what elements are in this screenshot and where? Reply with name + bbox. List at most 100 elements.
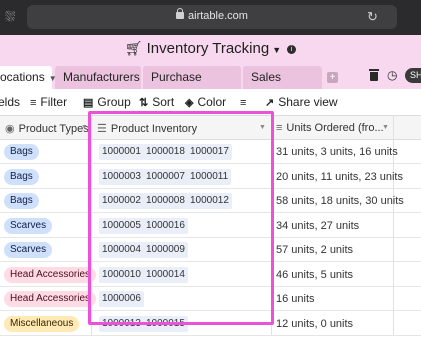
inventory-chip[interactable]: 1000008 [143, 193, 188, 209]
inventory-chip[interactable]: 1000012 [187, 193, 232, 209]
view-toolbar: elds ≡ Filter ▤ Group ⇅ Sort ◈ Color ≡ ↗ Shar… [0, 89, 421, 116]
units-ordered-cell: 57 units, 2 units [276, 244, 354, 256]
chevron-down-icon[interactable]: ▼ [259, 124, 266, 131]
tab-sales-orders[interactable]: Sales Orders [243, 66, 322, 107]
color-label: Color [197, 95, 227, 109]
product-type-badge: Bags [4, 144, 39, 160]
filter-label: Filter [40, 95, 68, 109]
product-type-badge: Head Accessories [4, 266, 97, 283]
units-ordered-cell: 16 units [276, 293, 315, 305]
column-label: Units Ordered (fro... [286, 122, 384, 134]
inventory-chip[interactable]: 1000018 [143, 144, 188, 160]
sort-button[interactable]: ⇅ Sort [139, 95, 174, 109]
color-button[interactable]: ◈ Color [185, 95, 226, 109]
address-bar[interactable]: airtable.com ↻ [27, 5, 397, 29]
sort-label: Sort [152, 95, 175, 109]
table-row[interactable]: Scarves 1000004 1000009 57 units, 2 units [0, 238, 421, 262]
color-icon: ◈ [185, 97, 194, 109]
add-table-icon[interactable]: + [327, 72, 338, 83]
grid-header-row: ◉ Product Types ▼ ☰ Product Inventory ▼ ≡ U… [0, 116, 421, 140]
reload-icon[interactable]: ↻ [367, 9, 378, 25]
column-label: Product Types [18, 123, 89, 135]
shield-icon[interactable]: ⛆ [5, 9, 17, 25]
table-tabs: ocations▼ Manufacturers Purchase Orders … [0, 63, 421, 107]
trash-icon[interactable] [369, 69, 379, 81]
column-header-product-inventory[interactable]: ☰ Product Inventory [97, 122, 197, 135]
units-ordered-cell: 46 units, 5 units [276, 268, 354, 281]
share-view-label: Share view [278, 95, 338, 109]
product-type-badge: Bags [4, 168, 39, 185]
units-ordered-cell: 34 units, 27 units [276, 219, 360, 232]
info-icon[interactable]: i [287, 45, 297, 54]
chevron-down-icon[interactable]: ▼ [81, 124, 88, 131]
product-type-badge: Head Accessories [4, 291, 97, 307]
base-header: 🛒︎ Inventory Tracking ▼ i [0, 35, 421, 63]
column-label: Product Inventory [110, 123, 198, 135]
cart-icon: 🛒︎ [124, 40, 143, 56]
row-height-icon: ≡ [240, 97, 247, 109]
table-row[interactable]: Bags 1000003 1000007 1000011 20 units, 11 un… [0, 165, 421, 189]
fields-button[interactable]: elds [0, 95, 20, 109]
chevron-down-icon[interactable]: ▼ [382, 124, 389, 131]
product-type-badge: Scarves [4, 242, 53, 258]
units-ordered-cell: 31 units, 3 units, 16 units [276, 146, 398, 158]
url-text: airtable.com [188, 10, 248, 22]
share-view-button[interactable]: ↗ Share view [265, 95, 338, 109]
table-row[interactable]: Bags 1000001 1000018 1000017 31 units, 3 uni… [0, 140, 421, 164]
base-title-area[interactable]: 🛒︎ Inventory Tracking ▼ i [0, 40, 421, 57]
table-row[interactable]: Scarves 1000005 1000016 34 units, 27 units [0, 214, 421, 238]
tab-label: Manufacturers [63, 70, 140, 84]
group-button[interactable]: ▤ Group [83, 95, 131, 109]
inventory-chip[interactable]: 1000011 [187, 168, 232, 185]
inventory-chip[interactable]: 1000010 [99, 266, 144, 283]
history-icon[interactable]: ◷ [387, 68, 397, 82]
inventory-chip[interactable]: 1000006 [99, 291, 144, 307]
base-title: Inventory Tracking [146, 40, 270, 57]
tab-label: ocations [0, 70, 45, 84]
units-ordered-cell: 20 units, 11 units, 23 units [276, 170, 403, 183]
link-icon: ☰ [97, 123, 107, 135]
fields-label: elds [0, 95, 21, 109]
inventory-chip[interactable]: 1000005 [99, 217, 144, 234]
table-row[interactable]: Head Accessories 1000010 1000014 46 units, … [0, 263, 421, 287]
single-select-icon: ◉ [5, 123, 15, 135]
column-header-product-types[interactable]: ◉ Product Types [5, 122, 89, 135]
lock-icon [176, 8, 185, 19]
inventory-chip[interactable]: 1000014 [143, 266, 188, 283]
inventory-chip[interactable]: 1000007 [143, 168, 188, 185]
group-label: Group [97, 95, 131, 109]
tab-locations[interactable]: ocations ▼ [0, 66, 57, 89]
product-type-badge: Miscellaneous [4, 315, 80, 332]
inventory-chip[interactable]: 1000015 [143, 315, 188, 332]
url-display: airtable.com [27, 8, 397, 22]
chevron-down-icon: ▼ [272, 45, 282, 55]
sort-icon: ⇅ [139, 97, 149, 109]
data-grid: ◉ Product Types ▼ ☰ Product Inventory ▼ ≡ U… [0, 116, 421, 341]
browser-toolbar: ⛆ airtable.com ↻ [0, 0, 421, 35]
table-row[interactable]: Bags 1000002 1000008 1000012 58 units, 18 un… [0, 189, 421, 213]
tab-manufacturers[interactable]: Manufacturers [55, 66, 141, 89]
table-row[interactable]: Head Accessories 1000006 16 units [0, 287, 421, 311]
group-icon: ▤ [83, 97, 94, 109]
filter-button[interactable]: ≡ Filter [30, 95, 67, 109]
inventory-chip[interactable]: 1000003 [99, 168, 144, 185]
row-height-button[interactable]: ≡ [240, 95, 250, 109]
share-view-icon: ↗ [265, 97, 275, 109]
inventory-chip[interactable]: 1000009 [143, 242, 188, 258]
inventory-chip[interactable]: 1000013 [99, 315, 144, 332]
product-type-badge: Bags [4, 193, 39, 209]
share-button[interactable]: SH [405, 68, 421, 83]
lookup-icon: ≡ [276, 122, 283, 134]
filter-icon: ≡ [30, 97, 37, 109]
table-row[interactable]: Miscellaneous 1000013 1000015 12 units, 0 u… [0, 312, 421, 336]
inventory-chip[interactable]: 1000016 [143, 217, 188, 234]
inventory-chip[interactable]: 1000004 [99, 242, 144, 258]
product-type-badge: Scarves [4, 217, 53, 234]
inventory-chip[interactable]: 1000002 [99, 193, 144, 209]
tab-purchase-orders[interactable]: Purchase Orders [143, 66, 241, 107]
units-ordered-cell: 58 units, 18 units, 30 units [276, 195, 404, 207]
column-header-units-ordered[interactable]: ≡ Units Ordered (fro... [276, 122, 384, 134]
units-ordered-cell: 12 units, 0 units [276, 317, 354, 330]
inventory-chip[interactable]: 1000017 [187, 144, 232, 160]
inventory-chip[interactable]: 1000001 [99, 144, 144, 160]
